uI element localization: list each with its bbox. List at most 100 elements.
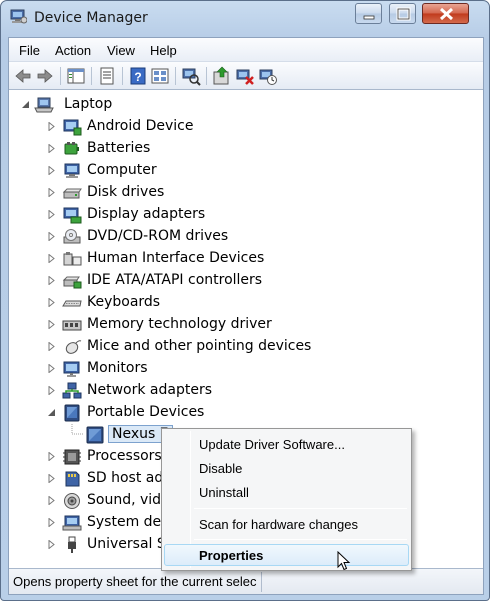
properties-icon[interactable] [97, 66, 117, 86]
disable-icon[interactable] [258, 66, 278, 86]
tree-node-batteries[interactable]: Batteries [9, 138, 483, 159]
processor-icon [63, 449, 81, 465]
scan-hardware-icon[interactable] [181, 66, 201, 86]
tablet-icon [86, 426, 104, 444]
back-icon[interactable] [13, 66, 33, 86]
toolbar-separator [175, 67, 176, 85]
tree-label-processors: Processors [87, 448, 162, 464]
computer-icon [64, 163, 80, 178]
menu-view[interactable]: View [107, 43, 135, 58]
tree-node-computer[interactable]: Computer [9, 160, 483, 181]
menu-item-label: Update Driver Software... [199, 437, 345, 452]
menu-item-label: Properties [199, 548, 264, 563]
tree-node-monitors[interactable]: Monitors [9, 358, 483, 379]
tree-label-sound-video: Sound, vide [87, 492, 170, 508]
tree-node-android-device[interactable]: Android Device [9, 116, 483, 137]
expand-arrow-icon[interactable] [47, 518, 56, 527]
expand-arrow-icon[interactable] [47, 276, 56, 285]
expand-arrow-icon[interactable] [47, 386, 56, 395]
forward-icon[interactable] [35, 66, 55, 86]
expand-arrow-icon[interactable] [47, 452, 56, 461]
window-title: Device Manager [34, 10, 148, 26]
expand-arrow-icon[interactable] [47, 320, 56, 329]
expand-arrow-icon[interactable] [47, 188, 56, 197]
close-button[interactable] [422, 3, 469, 24]
status-text: Opens property sheet for the current sel… [13, 574, 257, 589]
toolbar: ? [9, 62, 483, 90]
status-separator [261, 572, 262, 592]
tree-node-ide-ata-atapi-controllers[interactable]: IDE ATA/ATAPI controllers [9, 270, 483, 291]
device-list-icon[interactable] [150, 66, 170, 86]
laptop-icon [34, 97, 54, 113]
update-driver-icon[interactable] [212, 66, 232, 86]
keyboard-icon [62, 300, 82, 307]
menu-item-scan-for-hardware-changes[interactable]: Scan for hardware changes [164, 513, 409, 535]
expand-arrow-icon[interactable] [47, 166, 56, 175]
menu-item-uninstall[interactable]: Uninstall [164, 481, 409, 503]
menu-item-update-driver-software[interactable]: Update Driver Software... [164, 433, 409, 455]
dvd-drive-icon [63, 229, 81, 244]
mouse-icon [65, 340, 82, 354]
tree-node-keyboards[interactable]: Keyboards [9, 292, 483, 313]
expand-arrow-icon[interactable] [47, 298, 56, 307]
expand-arrow-icon[interactable] [47, 474, 56, 483]
tree-label-network-adapters: Network adapters [87, 382, 212, 398]
menu-separator [194, 508, 407, 509]
menu-help[interactable]: Help [150, 43, 177, 58]
toolbar-separator [206, 67, 207, 85]
tree-node-network-adapters[interactable]: Network adapters [9, 380, 483, 401]
collapse-arrow-icon[interactable] [47, 408, 56, 417]
tree-node-disk-drives[interactable]: Disk drives [9, 182, 483, 203]
display-adapter-icon [63, 207, 82, 224]
tree-node-portable-devices[interactable]: Portable Devices [9, 402, 483, 423]
tree-label-keyboards: Keyboards [87, 294, 161, 310]
menu-item-label: Disable [199, 461, 243, 476]
context-menu: Update Driver Software... Disable Uninst… [161, 428, 412, 571]
system-device-icon [62, 515, 82, 531]
expand-arrow-icon[interactable] [47, 210, 56, 219]
expand-arrow-icon[interactable] [47, 122, 56, 131]
expand-arrow-icon[interactable] [47, 254, 56, 263]
speaker-icon [64, 493, 80, 509]
uninstall-icon[interactable] [235, 66, 255, 86]
menu-action[interactable]: Action [55, 43, 91, 58]
tree-node-memory-technology-driver[interactable]: Memory technology driver [9, 314, 483, 335]
minimize-button[interactable] [355, 3, 382, 24]
tree-node-root[interactable]: Laptop [9, 94, 483, 115]
monitor-icon [63, 361, 80, 377]
maximize-icon [396, 7, 411, 21]
title-bar[interactable]: Device Manager [1, 1, 489, 35]
menu-item-disable[interactable]: Disable [164, 457, 409, 479]
menu-file[interactable]: File [19, 43, 40, 58]
status-bar: Opens property sheet for the current sel… [9, 568, 483, 594]
device-manager-icon [10, 9, 27, 24]
tree-label-portable-devices: Portable Devices [87, 404, 205, 420]
tree-node-dvd-cd-rom-drives[interactable]: DVD/CD-ROM drives [9, 226, 483, 247]
expand-arrow-icon[interactable] [47, 364, 56, 373]
expand-arrow-icon[interactable] [47, 232, 56, 241]
menu-item-label: Scan for hardware changes [199, 517, 358, 532]
tree-label-batteries: Batteries [87, 140, 151, 156]
hid-icon [63, 252, 82, 266]
collapse-arrow-icon[interactable] [21, 100, 30, 109]
menu-bar: File Action View Help [9, 38, 483, 62]
maximize-button[interactable] [389, 3, 416, 24]
tree-node-mice-and-other-pointing-devices[interactable]: Mice and other pointing devices [9, 336, 483, 357]
tree-node-human-interface-devices[interactable]: Human Interface Devices [9, 248, 483, 269]
expand-arrow-icon[interactable] [47, 496, 56, 505]
tree-node-display-adapters[interactable]: Display adapters [9, 204, 483, 225]
tree-label-memory-technology-driver: Memory technology driver [87, 316, 272, 332]
menu-item-properties[interactable]: Properties [164, 544, 409, 566]
help-icon[interactable]: ? [128, 66, 148, 86]
toolbar-separator [91, 67, 92, 85]
tree-root-label: Laptop [64, 96, 113, 112]
disk-drive-icon [62, 188, 82, 199]
expand-arrow-icon[interactable] [47, 144, 56, 153]
tree-label-disk-drives: Disk drives [87, 184, 165, 200]
tree-label-human-interface-devices: Human Interface Devices [87, 250, 265, 266]
tree-label-android-device: Android Device [87, 118, 194, 134]
expand-arrow-icon[interactable] [47, 342, 56, 351]
expand-arrow-icon[interactable] [47, 540, 56, 549]
tree-label-monitors: Monitors [87, 360, 148, 376]
show-hide-console-tree-icon[interactable] [66, 66, 86, 86]
